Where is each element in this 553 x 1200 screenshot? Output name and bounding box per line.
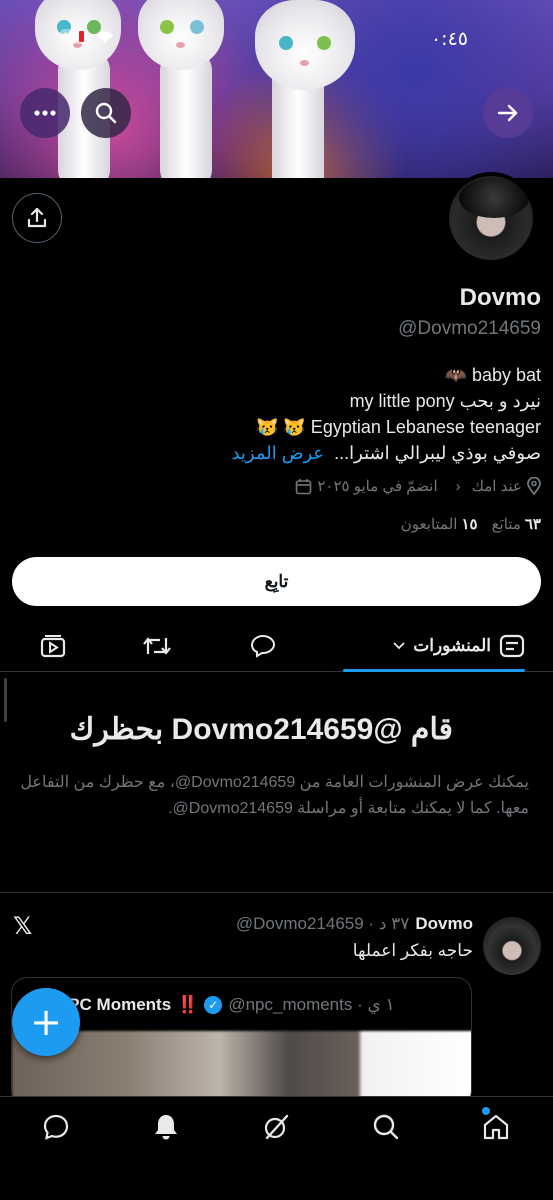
share-button[interactable] (12, 193, 62, 243)
scrollbar[interactable] (4, 678, 7, 722)
nav-notifications[interactable] (150, 1111, 182, 1143)
bio-line: نيرد و بحب my little pony (349, 391, 541, 411)
x-logo-icon: 𝕏 (13, 912, 33, 940)
grok-icon (264, 1114, 289, 1140)
status-icons: ١٩ (60, 29, 114, 44)
reply-icon (250, 634, 276, 658)
posts-tab-icon (499, 634, 525, 658)
followers-label: المتابعون (400, 516, 458, 533)
bio-truncated: صوفي بوذي ليبرالي اشترا... (334, 443, 541, 463)
tab-posts-label: المنشورات (413, 636, 491, 655)
chevron-left-icon: ‹ (455, 477, 461, 495)
divider (0, 892, 553, 893)
location-text: عند امك (471, 478, 522, 495)
followers-link[interactable]: ١٥المتابعون (401, 515, 478, 533)
post-text: حاجه بفكر اعملها (352, 941, 473, 960)
wifi-icon (97, 31, 113, 43)
verified-badge-icon: ✓ (204, 996, 223, 1014)
more-horizontal-icon (34, 110, 56, 116)
chevron-down-icon (393, 642, 405, 650)
search-button[interactable] (81, 88, 131, 138)
quote-header: 🗿 NPC Moments ‼️ ✓ @npc_moments · ١ ي (30, 995, 395, 1015)
following-label: متابَع (491, 516, 521, 533)
nav-messages[interactable] (40, 1111, 72, 1143)
bio-line: صوفي بوذي ليبرالي اشترا... عرض المزيد (21, 440, 541, 466)
tab-reposts[interactable] (142, 620, 172, 672)
post-header: Dovmo @Dovmo214659 · ٣٧ د (236, 914, 473, 934)
following-count: ٦٣ (524, 516, 541, 533)
arrow-right-icon (497, 104, 518, 122)
profile-meta: عند امك ‹ انضمّ في مايو ٢٠٢٥ (295, 477, 541, 495)
bell-icon (155, 1115, 177, 1140)
banner-cat (255, 0, 355, 90)
profile-handle: @Dovmo214659 (398, 318, 541, 339)
blocked-title: قام @Dovmo214659 بحظرك (69, 713, 453, 746)
share-icon (27, 207, 47, 228)
compose-button[interactable]: + (12, 988, 80, 1056)
follow-button[interactable]: تابِع (12, 557, 541, 606)
profile-display-name: Dovmo (459, 284, 541, 311)
status-time: ٠:٤٥ (430, 28, 468, 50)
banner-cat (138, 0, 224, 70)
more-button[interactable] (20, 88, 70, 138)
post-handle-time: @Dovmo214659 · ٣٧ د (235, 914, 410, 933)
media-icon (40, 635, 66, 658)
following-link[interactable]: ٦٣متابَع (492, 515, 541, 533)
calendar-icon (296, 478, 312, 494)
tab-replies[interactable] (248, 620, 278, 672)
profile-banner[interactable]: ١٩ ٠:٤٥ (0, 0, 553, 178)
nav-home[interactable] (480, 1111, 512, 1143)
see-more-link[interactable]: عرض المزيد (231, 443, 324, 463)
tab-media[interactable] (38, 620, 68, 672)
forward-button[interactable] (483, 88, 533, 138)
quote-marks: ‼️ (177, 995, 199, 1014)
blocked-description: يمكنك عرض المنشورات العامة من ‎@Dovmo214… (20, 774, 529, 817)
profile-avatar[interactable] (445, 172, 537, 264)
profile-location: عند امك ‹ (456, 477, 541, 495)
tab-posts[interactable]: المنشورات (393, 620, 525, 672)
joined-text: انضمّ في مايو ٢٠٢٥ (317, 478, 438, 495)
bottom-nav (0, 1096, 553, 1200)
repost-icon (143, 637, 171, 655)
nav-grok[interactable] (260, 1111, 292, 1143)
profile-joined: انضمّ في مايو ٢٠٢٥ (295, 477, 438, 495)
notification-dot (482, 1107, 490, 1115)
battery-icon: ١٩ (60, 29, 86, 44)
quoted-post[interactable]: 🗿 NPC Moments ‼️ ✓ @npc_moments · ١ ي (11, 977, 472, 1107)
profile-tabs: المنشورات (0, 620, 553, 672)
location-pin-icon (527, 477, 541, 495)
post-author-name[interactable]: Dovmo (415, 914, 473, 934)
profile-bio: 🦇 baby bat نيرد و بحب my little pony 😿 😿… (21, 362, 541, 466)
followers-count: ١٥ (461, 516, 478, 533)
bio-line: 😿 😿 Egyptian Lebanese teenager (255, 417, 541, 437)
active-tab-indicator (343, 669, 525, 672)
chat-icon (43, 1114, 69, 1140)
nav-search[interactable] (370, 1111, 402, 1143)
post-avatar[interactable] (483, 917, 541, 975)
search-icon (373, 1114, 399, 1140)
home-icon (483, 1114, 509, 1140)
quote-handle-time: @npc_moments · ١ ي (228, 995, 395, 1014)
profile-stats: ٦٣متابَع ١٥المتابعون (401, 515, 541, 533)
search-icon (95, 102, 117, 124)
bio-line: 🦇 baby bat (444, 365, 541, 385)
